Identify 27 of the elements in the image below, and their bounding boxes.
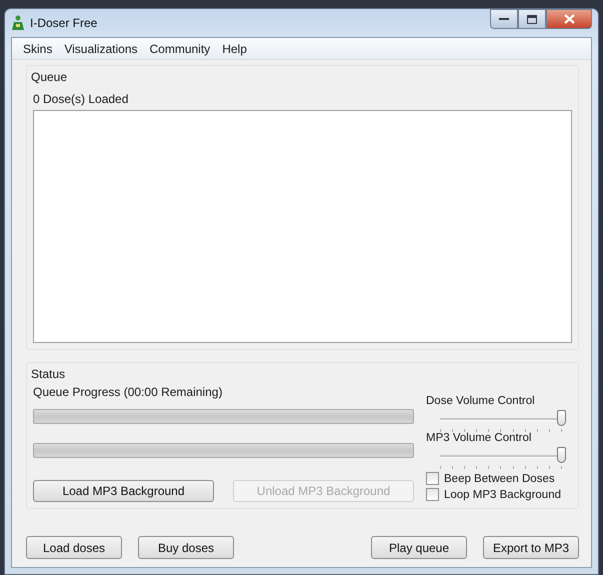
slider-label: Dose Volume Control bbox=[426, 395, 536, 407]
app-icon bbox=[11, 15, 25, 31]
checkbox-label[interactable]: Beep Between Doses bbox=[444, 472, 555, 484]
background-button[interactable]: Load MP3 Background bbox=[33, 480, 214, 502]
menu-item[interactable]: Visualizations bbox=[59, 40, 142, 58]
menu-item[interactable]: Help bbox=[217, 40, 252, 58]
maximize-button[interactable] bbox=[518, 9, 546, 29]
menu-item[interactable]: Skins bbox=[18, 40, 58, 58]
progress-label: Queue Progress (00:00 Remaining) bbox=[33, 385, 224, 399]
minimize-icon bbox=[499, 17, 509, 21]
dose-count-label: 0 Dose(s) Loaded bbox=[33, 92, 130, 106]
checkbox[interactable] bbox=[426, 488, 439, 501]
footer-button[interactable]: Play queue bbox=[371, 536, 467, 559]
footer-button[interactable]: Export to MP3 bbox=[483, 536, 579, 559]
group-title: Status bbox=[31, 367, 66, 381]
close-icon bbox=[564, 14, 574, 24]
footer-button[interactable]: Buy doses bbox=[138, 536, 234, 559]
group-title: Queue bbox=[31, 70, 68, 84]
window-title: I-Doser Free bbox=[30, 16, 98, 30]
maximize-icon bbox=[527, 14, 537, 24]
checkbox[interactable] bbox=[426, 472, 439, 485]
footer-button[interactable]: Load doses bbox=[26, 536, 122, 559]
close-button[interactable] bbox=[546, 9, 592, 29]
menu-item[interactable]: Community bbox=[144, 40, 216, 58]
minimize-button[interactable] bbox=[490, 9, 518, 29]
checkbox-label[interactable]: Loop MP3 Background bbox=[444, 488, 561, 500]
slider-label: MP3 Volume Control bbox=[426, 432, 532, 444]
